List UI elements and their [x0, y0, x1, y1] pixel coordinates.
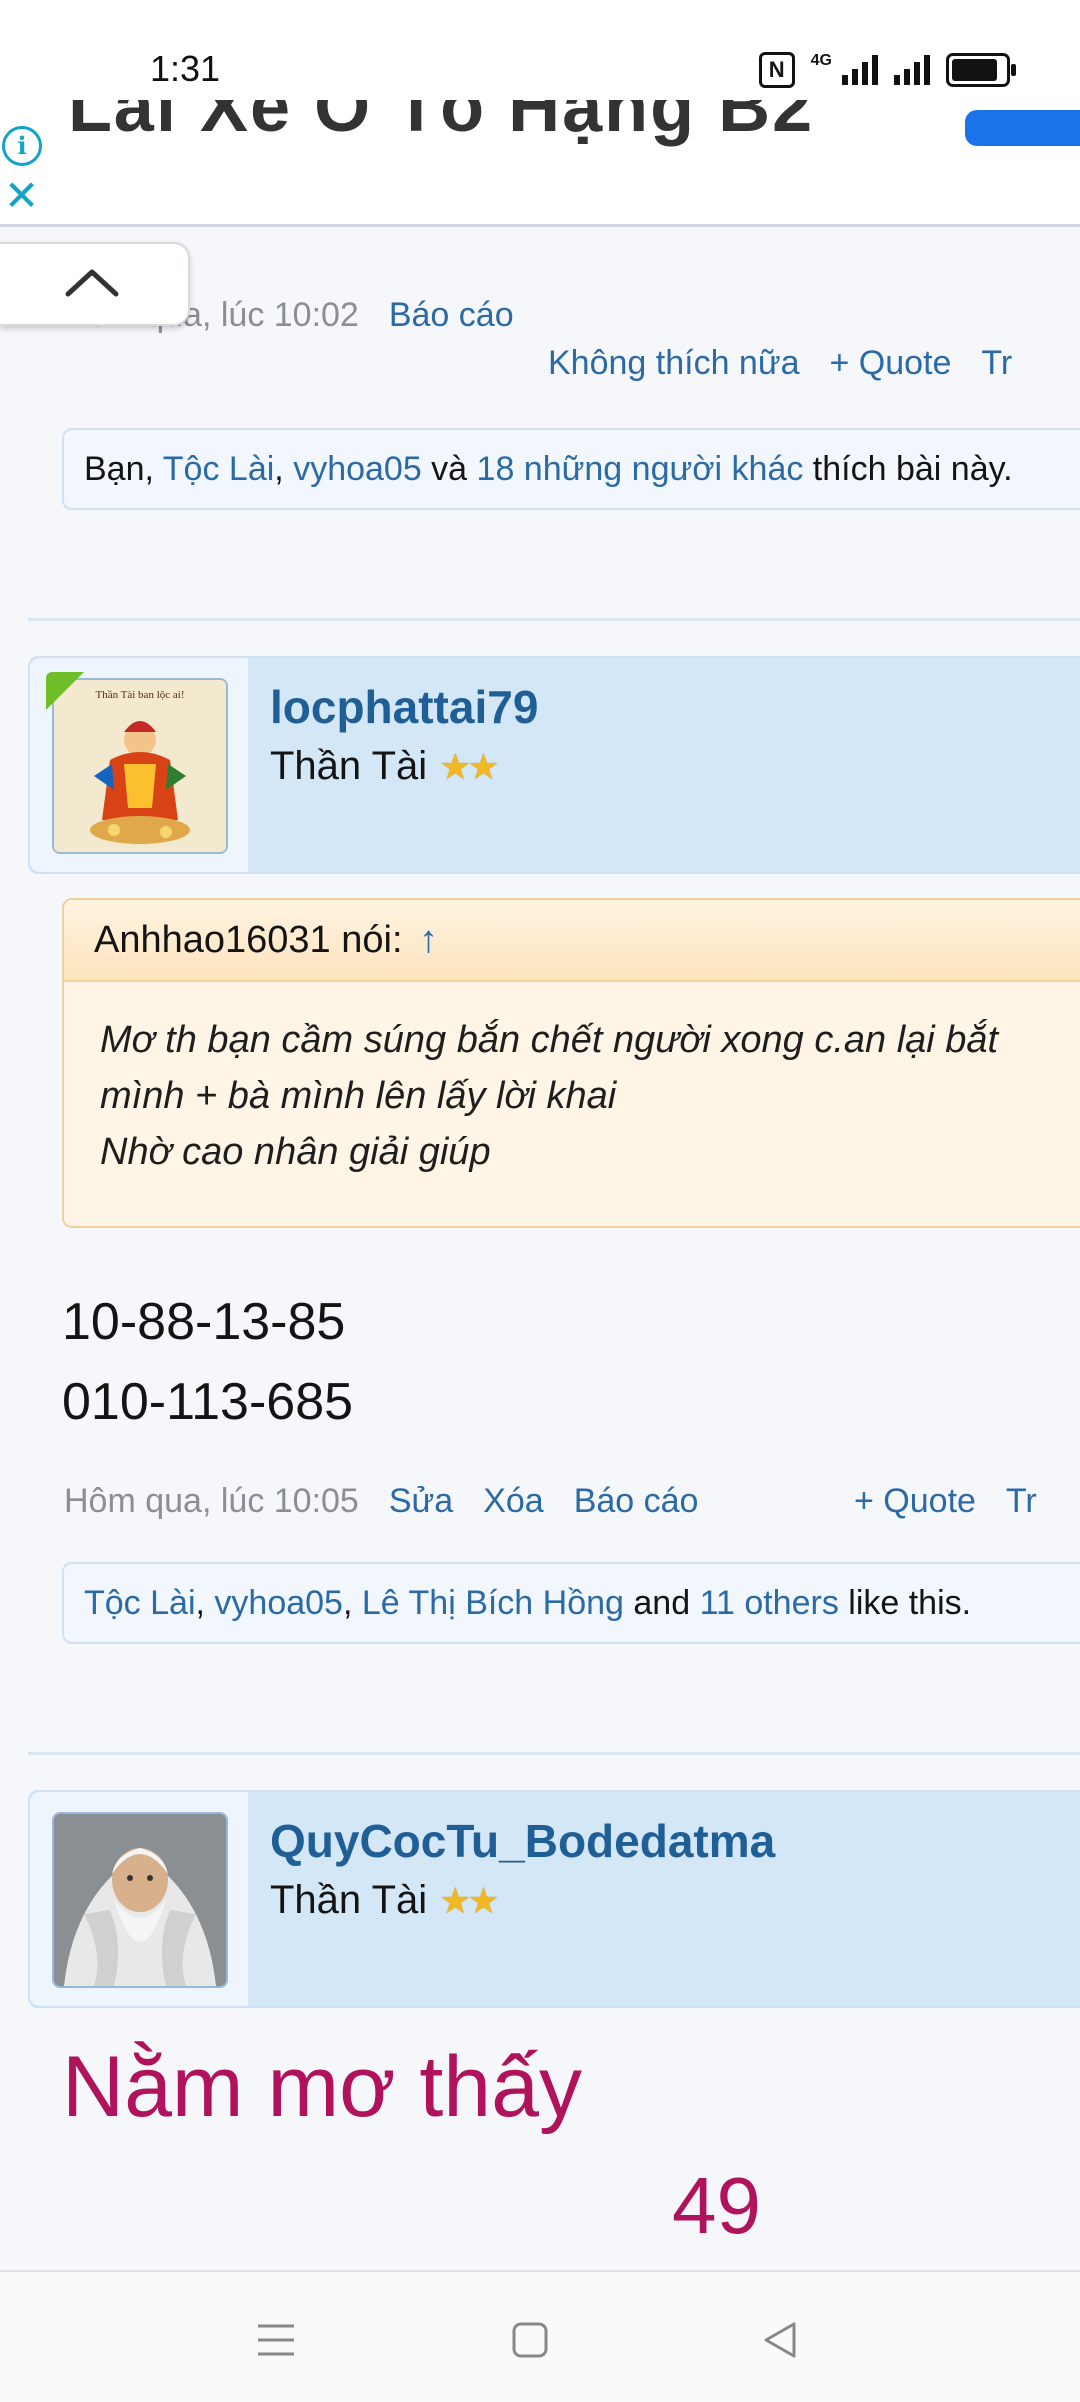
status-time: 1:31	[150, 48, 221, 89]
post-timestamp[interactable]: Hôm qua, lúc 10:05	[64, 1482, 359, 1520]
avatar-cell: Thần Tài ban lộc ai!	[30, 658, 248, 872]
quote-link[interactable]: + Quote	[830, 344, 952, 382]
home-icon[interactable]	[510, 2320, 550, 2360]
star-icon: ★★	[439, 746, 500, 787]
battery-icon	[946, 53, 1016, 87]
report-link[interactable]: Báo cáo	[574, 1482, 699, 1520]
post-body: 10-88-13-85 010-113-685	[62, 1282, 353, 1442]
menu-icon[interactable]	[254, 2320, 298, 2360]
avatar-caption: Thần Tài ban lộc ai!	[96, 689, 185, 701]
arrow-up-icon[interactable]: ↑	[419, 919, 438, 961]
post-divider	[28, 1752, 1080, 1755]
likes-summary: Bạn, Tộc Lài, vyhoa05 và 18 những người …	[62, 428, 1080, 510]
liker-link[interactable]: vyhoa05	[214, 1584, 343, 1622]
user-rank: Thần Tài ★★	[270, 744, 500, 788]
likes-summary: Tộc Lài, vyhoa05, Lê Thị Bích Hồng and 1…	[62, 1562, 1080, 1644]
avatar-cell	[30, 1792, 248, 2006]
username-link[interactable]: locphattai79	[270, 680, 538, 734]
reply-link[interactable]: Tr	[1006, 1482, 1037, 1520]
user-info-block: Thần Tài ban lộc ai! locphattai79 Thần T…	[28, 656, 1080, 874]
liker-link[interactable]: vyhoa05	[293, 450, 422, 488]
back-icon[interactable]	[760, 2320, 800, 2360]
ad-banner[interactable]: Lái Xe Ô Tô Hạng B2 i ✕	[0, 100, 1080, 227]
quote-content: Mơ th bạn cầm súng bắn chết người xong c…	[64, 982, 1080, 1180]
post-actions: Không thích nữa + Quote Tr	[548, 344, 1012, 383]
reply-link[interactable]: Tr	[981, 344, 1012, 382]
post-line: 010-113-685	[62, 1373, 354, 1431]
quote-header: Anhhao16031 nói: ↑	[64, 900, 1080, 982]
post-divider	[28, 618, 1080, 621]
quote-box: Anhhao16031 nói: ↑ Mơ th bạn cầm súng bắ…	[62, 898, 1080, 1228]
post-line: 10-88-13-85	[62, 1293, 346, 1351]
post-heading: Nằm mơ thấy	[62, 2039, 582, 2135]
star-icon: ★★	[439, 1880, 500, 1921]
chevron-up-icon	[65, 269, 119, 297]
signal-icon-2	[894, 55, 930, 85]
username-link[interactable]: QuyCocTu_Bodedatma	[270, 1814, 775, 1868]
system-navbar	[0, 2270, 1080, 2402]
edit-link[interactable]: Sửa	[389, 1482, 453, 1520]
user-info-block: QuyCocTu_Bodedatma Thần Tài ★★	[28, 1790, 1080, 2008]
quote-link[interactable]: + Quote	[854, 1482, 976, 1520]
ad-cta-button[interactable]	[965, 110, 1080, 146]
close-icon[interactable]: ✕	[4, 175, 39, 217]
status-icons: N 4G	[758, 52, 1016, 88]
liker-link[interactable]: Tộc Lài	[163, 450, 275, 488]
liker-link[interactable]: Lê Thị Bích Hồng	[362, 1584, 624, 1622]
status-bar: 1:31 N 4G	[0, 0, 1080, 100]
quote-line: Nhờ cao nhân giải giúp	[100, 1131, 491, 1173]
quote-author: Anhhao16031 nói:	[94, 919, 414, 961]
avatar[interactable]	[52, 1812, 228, 1988]
delete-link[interactable]: Xóa	[483, 1482, 544, 1520]
other-likers-link[interactable]: 18 những người khác	[477, 450, 804, 488]
collapse-ad-button[interactable]	[0, 242, 190, 326]
nfc-icon: N	[758, 52, 795, 88]
post-number: 49	[672, 2161, 761, 2250]
report-link[interactable]: Báo cáo	[389, 296, 514, 334]
other-likers-link[interactable]: 11 others	[700, 1584, 839, 1622]
info-icon[interactable]: i	[2, 126, 42, 166]
unlike-link[interactable]: Không thích nữa	[548, 344, 800, 382]
ad-title[interactable]: Lái Xe Ô Tô Hạng B2	[68, 100, 814, 148]
quote-line: mình + bà mình lên lấy lời khai	[100, 1075, 617, 1117]
user-rank: Thần Tài ★★	[270, 1878, 500, 1922]
liker-link[interactable]: Tộc Lài	[84, 1584, 196, 1622]
signal-icon	[842, 55, 878, 85]
online-indicator	[46, 672, 84, 710]
post-meta: Hôm qua, lúc 10:05 Sửa Xóa Báo cáo	[64, 1482, 698, 1521]
network-type: 4G	[810, 52, 832, 69]
post-actions: + Quote Tr	[854, 1482, 1037, 1521]
quote-line: Mơ th bạn cầm súng bắn chết người xong c…	[100, 1019, 999, 1061]
